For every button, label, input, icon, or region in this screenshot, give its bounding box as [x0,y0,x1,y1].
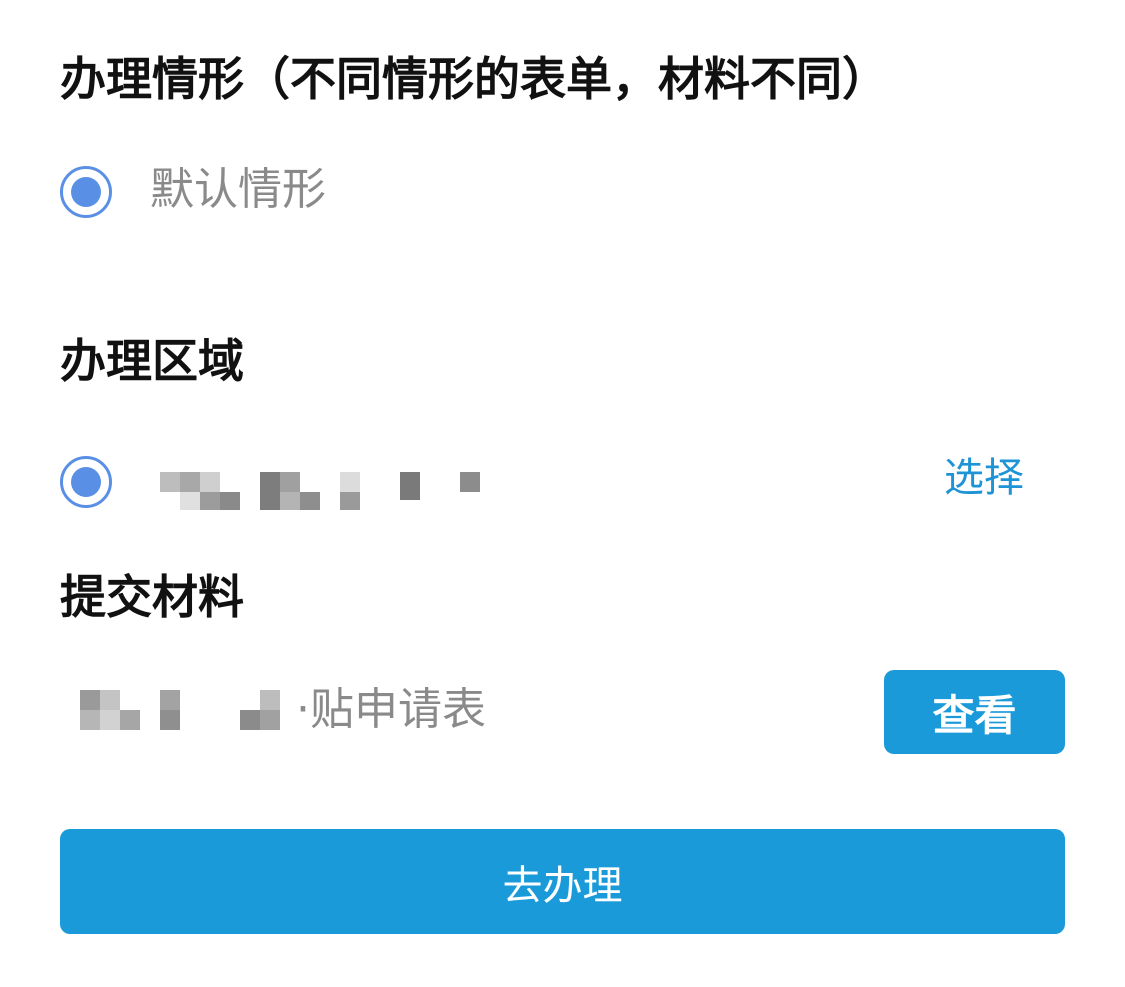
region-radio[interactable] [60,456,112,508]
go-process-button[interactable]: 去办理 [60,829,1065,934]
materials-title: 提交材料 [60,570,244,624]
region-name-redacted [160,468,480,512]
scenario-title: 办理情形（不同情形的表单，材料不同） [60,52,888,106]
radio-selected-dot [71,177,101,207]
view-material-button[interactable]: 查看 [884,670,1065,754]
scenario-option-label: 默认情形 [150,164,326,215]
material-name-redacted [80,690,300,732]
radio-selected-dot [71,467,101,497]
material-item-label: ·贴申请表 [296,684,486,735]
scenario-radio-default[interactable] [60,166,112,218]
region-title: 办理区域 [60,334,244,388]
region-select-link[interactable]: 选择 [944,458,1024,498]
